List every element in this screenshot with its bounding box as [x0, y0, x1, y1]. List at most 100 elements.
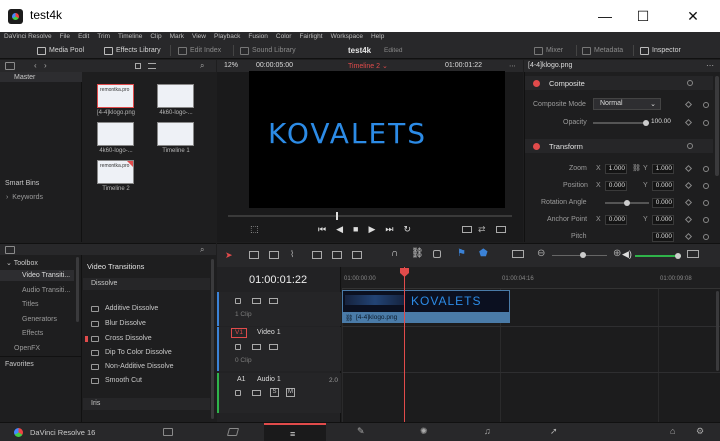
position-x-field[interactable]: 0.000 — [605, 181, 627, 191]
reset-icon[interactable] — [703, 166, 709, 172]
media-clip[interactable]: remontka.pro — [97, 160, 134, 184]
menu-item[interactable]: Trim — [93, 32, 114, 42]
settings-gear-icon[interactable]: ⚙ — [696, 426, 704, 437]
transform-reset-icon[interactable] — [687, 143, 693, 149]
home-icon[interactable]: ⌂ — [670, 426, 675, 436]
track-a1-label[interactable]: A1 — [237, 376, 246, 383]
edit-page-tab[interactable]: ≡ — [264, 423, 326, 441]
track-lock-icon[interactable] — [235, 298, 241, 304]
volume-slider[interactable] — [635, 253, 681, 259]
bin-master[interactable]: Master — [0, 72, 82, 82]
media-pool-button[interactable]: Media Pool — [37, 44, 84, 57]
mute-button[interactable]: M — [286, 388, 295, 397]
menu-item[interactable]: View — [188, 32, 210, 42]
zoom-out-icon[interactable]: ⊖ — [537, 248, 545, 259]
keyframe-icon[interactable] — [684, 181, 693, 190]
solo-button[interactable]: S — [270, 388, 279, 397]
insert-clip-icon[interactable] — [312, 251, 322, 259]
media-clip[interactable] — [157, 122, 194, 146]
reset-icon[interactable] — [703, 183, 709, 189]
composite-reset-icon[interactable] — [687, 80, 693, 86]
maximize-button[interactable]: ☐ — [620, 0, 666, 32]
menu-item[interactable]: Help — [367, 32, 388, 42]
composite-mode-select[interactable]: Normal ⌄ — [593, 98, 661, 110]
keywords-item[interactable]: › Keywords — [6, 194, 43, 201]
cinema-mode-icon[interactable] — [496, 226, 506, 233]
effects-scrollbar[interactable] — [211, 259, 214, 419]
transition-item[interactable]: Smooth Cut — [91, 377, 142, 384]
zoom-slider-handle[interactable] — [580, 252, 586, 258]
category-generators[interactable]: Generators — [22, 316, 57, 323]
zoom-slider[interactable] — [552, 252, 607, 258]
dim-audio-icon[interactable] — [687, 250, 699, 258]
blade-tool-icon[interactable]: ⌇ — [290, 249, 294, 260]
menu-item[interactable]: Playback — [210, 32, 244, 42]
timeline-ruler[interactable]: 01:00:00:00 01:00:04:16 01:00:09:08 — [342, 267, 720, 289]
color-page-icon[interactable]: ✺ — [420, 426, 428, 437]
timeline-clip[interactable]: ⛓ [4-4]klogo.png — [342, 313, 510, 323]
openfx-item[interactable]: OpenFX — [14, 345, 40, 352]
scrubber-playhead[interactable] — [336, 212, 338, 220]
fairlight-page-icon[interactable]: ♫ — [484, 426, 491, 436]
transition-item[interactable]: Dip To Color Dissolve — [91, 349, 172, 356]
timeline-tracks[interactable]: 01:00:00:00 01:00:04:16 01:00:09:08 KOVA… — [342, 267, 720, 422]
rotation-slider[interactable] — [605, 200, 649, 206]
menu-item[interactable]: Timeline — [114, 32, 146, 42]
volume-icon[interactable]: ◀) — [622, 249, 632, 260]
list-view-icon[interactable] — [148, 63, 156, 69]
close-button[interactable]: ✕ — [670, 0, 716, 32]
volume-slider-handle[interactable] — [675, 253, 681, 259]
loop-icon[interactable]: ↻ — [404, 224, 412, 235]
pitch-field[interactable]: 0.000 — [652, 232, 674, 242]
zoom-y-field[interactable]: 1.000 — [652, 164, 674, 174]
thumbnail-view-icon[interactable] — [135, 63, 141, 69]
fusion-page-icon[interactable]: ✎ — [357, 426, 365, 437]
auto-select-icon[interactable] — [252, 298, 261, 304]
composite-section-header[interactable]: Composite — [525, 76, 713, 90]
deliver-page-icon[interactable]: ➚ — [550, 426, 558, 437]
search-icon[interactable]: ⌕ — [200, 245, 204, 255]
category-video-transitions[interactable]: Video Transiti... — [0, 270, 74, 281]
category-effects[interactable]: Effects — [22, 330, 43, 337]
transition-item[interactable]: Additive Dissolve — [91, 305, 158, 312]
keyframe-icon[interactable] — [684, 215, 693, 224]
media-clip[interactable] — [97, 122, 134, 146]
category-titles[interactable]: Titles — [22, 301, 38, 308]
opacity-slider-handle[interactable] — [643, 120, 649, 126]
search-icon[interactable]: ⌕ — [200, 61, 204, 71]
go-to-end-icon[interactable]: ⏭ — [385, 224, 393, 235]
menu-item[interactable]: Fusion — [244, 32, 272, 42]
effects-library-button[interactable]: Effects Library — [104, 44, 161, 57]
reset-icon[interactable] — [703, 102, 709, 108]
play-reverse-icon[interactable]: ◀ — [336, 224, 343, 235]
play-icon[interactable]: ▶ — [368, 224, 375, 235]
nav-forward-icon[interactable]: › — [44, 61, 47, 70]
nav-back-icon[interactable]: ‹ — [34, 61, 37, 70]
reset-icon[interactable] — [703, 217, 709, 223]
linked-selection-icon[interactable]: ⛓ — [411, 248, 424, 259]
timeline-selector[interactable]: Timeline 2 ⌄ — [348, 62, 388, 70]
auto-select-icon[interactable] — [252, 344, 261, 350]
viewer-mode-icon[interactable]: ⇄ — [478, 224, 486, 235]
metadata-button[interactable]: Metadata — [582, 44, 623, 57]
transform-section-header[interactable]: Transform — [525, 139, 713, 153]
keyframe-icon[interactable] — [684, 118, 693, 127]
transition-item[interactable]: Cross Dissolve — [91, 335, 152, 342]
track-lock-icon[interactable] — [235, 390, 241, 396]
fit-view-icon[interactable]: ⬚ — [250, 224, 259, 235]
category-scrollbar[interactable] — [76, 257, 79, 322]
track-lock-icon[interactable] — [235, 344, 241, 350]
snapping-icon[interactable]: ∩ — [391, 248, 398, 259]
menu-item[interactable]: File — [56, 32, 74, 42]
viewer-zoom[interactable]: 12% — [224, 62, 238, 69]
selection-tool-icon[interactable]: ➤ — [225, 250, 233, 261]
zoom-x-field[interactable]: 1.000 — [605, 164, 627, 174]
flag-icon[interactable]: ⚑ — [457, 248, 466, 259]
sound-library-button[interactable]: Sound Library — [240, 44, 296, 57]
menu-item[interactable]: DaVinci Resolve — [0, 32, 56, 42]
link-icon[interactable]: ⛓ — [632, 164, 641, 172]
keyframe-icon[interactable] — [684, 198, 693, 207]
position-lock-icon[interactable] — [433, 250, 441, 258]
transition-item[interactable]: Non-Additive Dissolve — [91, 363, 173, 370]
media-clip[interactable] — [157, 84, 194, 108]
